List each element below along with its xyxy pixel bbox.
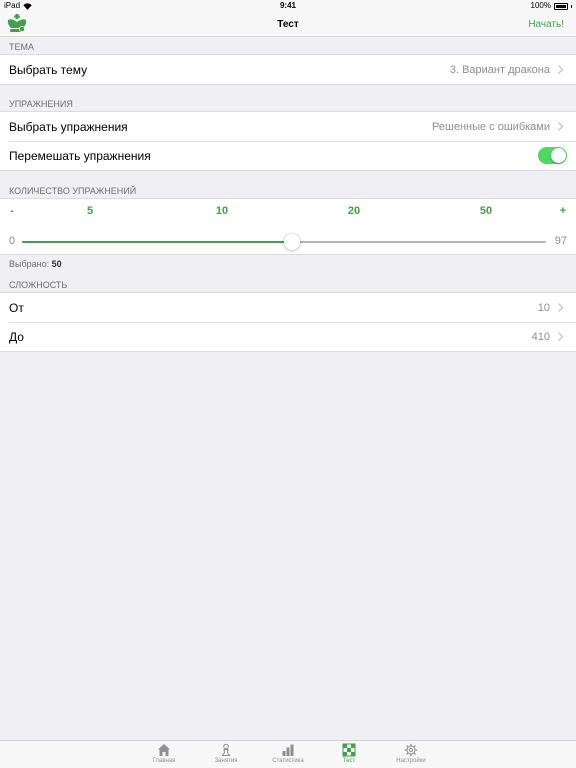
tab-lessons[interactable]: Занятия: [201, 743, 251, 766]
preset-50-button[interactable]: 50: [480, 205, 492, 217]
choose-theme-row[interactable]: Выбрать тему 3. Вариант дракона: [0, 55, 576, 84]
tab-statistics[interactable]: Статистика: [263, 743, 313, 766]
start-button[interactable]: Начать!: [528, 12, 564, 37]
choose-theme-label: Выбрать тему: [9, 62, 88, 77]
choose-exercises-label: Выбрать упражнения: [9, 119, 128, 134]
section-header-exercises: УПРАЖНЕНИЯ: [9, 99, 73, 109]
preset-5-button[interactable]: 5: [87, 205, 93, 217]
preset-10-button[interactable]: 10: [216, 205, 228, 217]
section-header-theme: ТЕМА: [9, 42, 35, 52]
navigation-bar: Тест Начать!: [0, 12, 576, 37]
exercise-count-group: - 5 10 20 50 + 0 97: [0, 198, 576, 255]
battery-icon: [554, 2, 568, 10]
bar-chart-icon: [282, 744, 294, 756]
tab-test[interactable]: Тест: [324, 743, 374, 766]
difficulty-from-value: 10: [537, 301, 550, 314]
count-slider[interactable]: [22, 234, 546, 250]
selected-label: Выбрано:: [9, 259, 50, 269]
chevron-right-icon: [558, 303, 564, 312]
selected-count: Выбрано: 50: [9, 259, 62, 269]
difficulty-to-row[interactable]: До 410: [0, 322, 576, 351]
preset-20-button[interactable]: 20: [348, 205, 360, 217]
chevron-right-icon: [558, 65, 564, 74]
page-title: Тест: [277, 19, 299, 30]
battery-percent: 100%: [530, 1, 551, 10]
choose-exercises-row[interactable]: Выбрать упражнения Решенные с ошибками: [0, 112, 576, 141]
status-time: 9:41: [279, 1, 296, 10]
chevron-right-icon: [558, 332, 564, 341]
shuffle-exercises-label: Перемешать упражнения: [9, 148, 151, 163]
increase-button[interactable]: +: [560, 205, 566, 217]
tab-home[interactable]: Главная: [139, 743, 189, 766]
status-bar: iPad 9:41 100%: [0, 0, 576, 12]
chevron-right-icon: [558, 122, 564, 131]
selected-value: 50: [51, 259, 62, 269]
shuffle-toggle[interactable]: [538, 147, 567, 164]
exercises-group: Выбрать упражнения Решенные с ошибками П…: [0, 111, 576, 171]
difficulty-to-label: До: [9, 329, 24, 344]
choose-exercises-value: Решенные с ошибками: [432, 120, 550, 133]
shuffle-exercises-row: Перемешать упражнения: [0, 141, 576, 170]
decrease-button[interactable]: -: [10, 205, 14, 217]
pawn-icon: [221, 743, 231, 756]
slider-fill: [22, 241, 293, 243]
slider-max-label: 97: [554, 235, 567, 247]
tab-bar: Главная Занятия Статистика Тест Настройк…: [0, 740, 576, 768]
difficulty-from-row[interactable]: От 10: [0, 293, 576, 322]
choose-theme-value: 3. Вариант дракона: [449, 63, 550, 76]
difficulty-to-value: 410: [531, 330, 550, 343]
theme-group: Выбрать тему 3. Вариант дракона: [0, 54, 576, 85]
section-header-count: КОЛИЧЕСТВО УПРАЖНЕНИЙ: [9, 186, 137, 196]
tab-settings[interactable]: Настройки: [386, 743, 436, 766]
section-header-difficulty: СЛОЖНОСТЬ: [9, 280, 68, 290]
difficulty-from-label: От: [9, 300, 24, 315]
toggle-knob: [551, 148, 566, 163]
gear-icon: [404, 743, 418, 757]
difficulty-group: От 10 До 410: [0, 292, 576, 352]
slider-thumb[interactable]: [284, 234, 301, 250]
checkerboard-icon: [342, 743, 356, 757]
slider-min-label: 0: [9, 235, 16, 247]
home-icon: [158, 744, 170, 756]
